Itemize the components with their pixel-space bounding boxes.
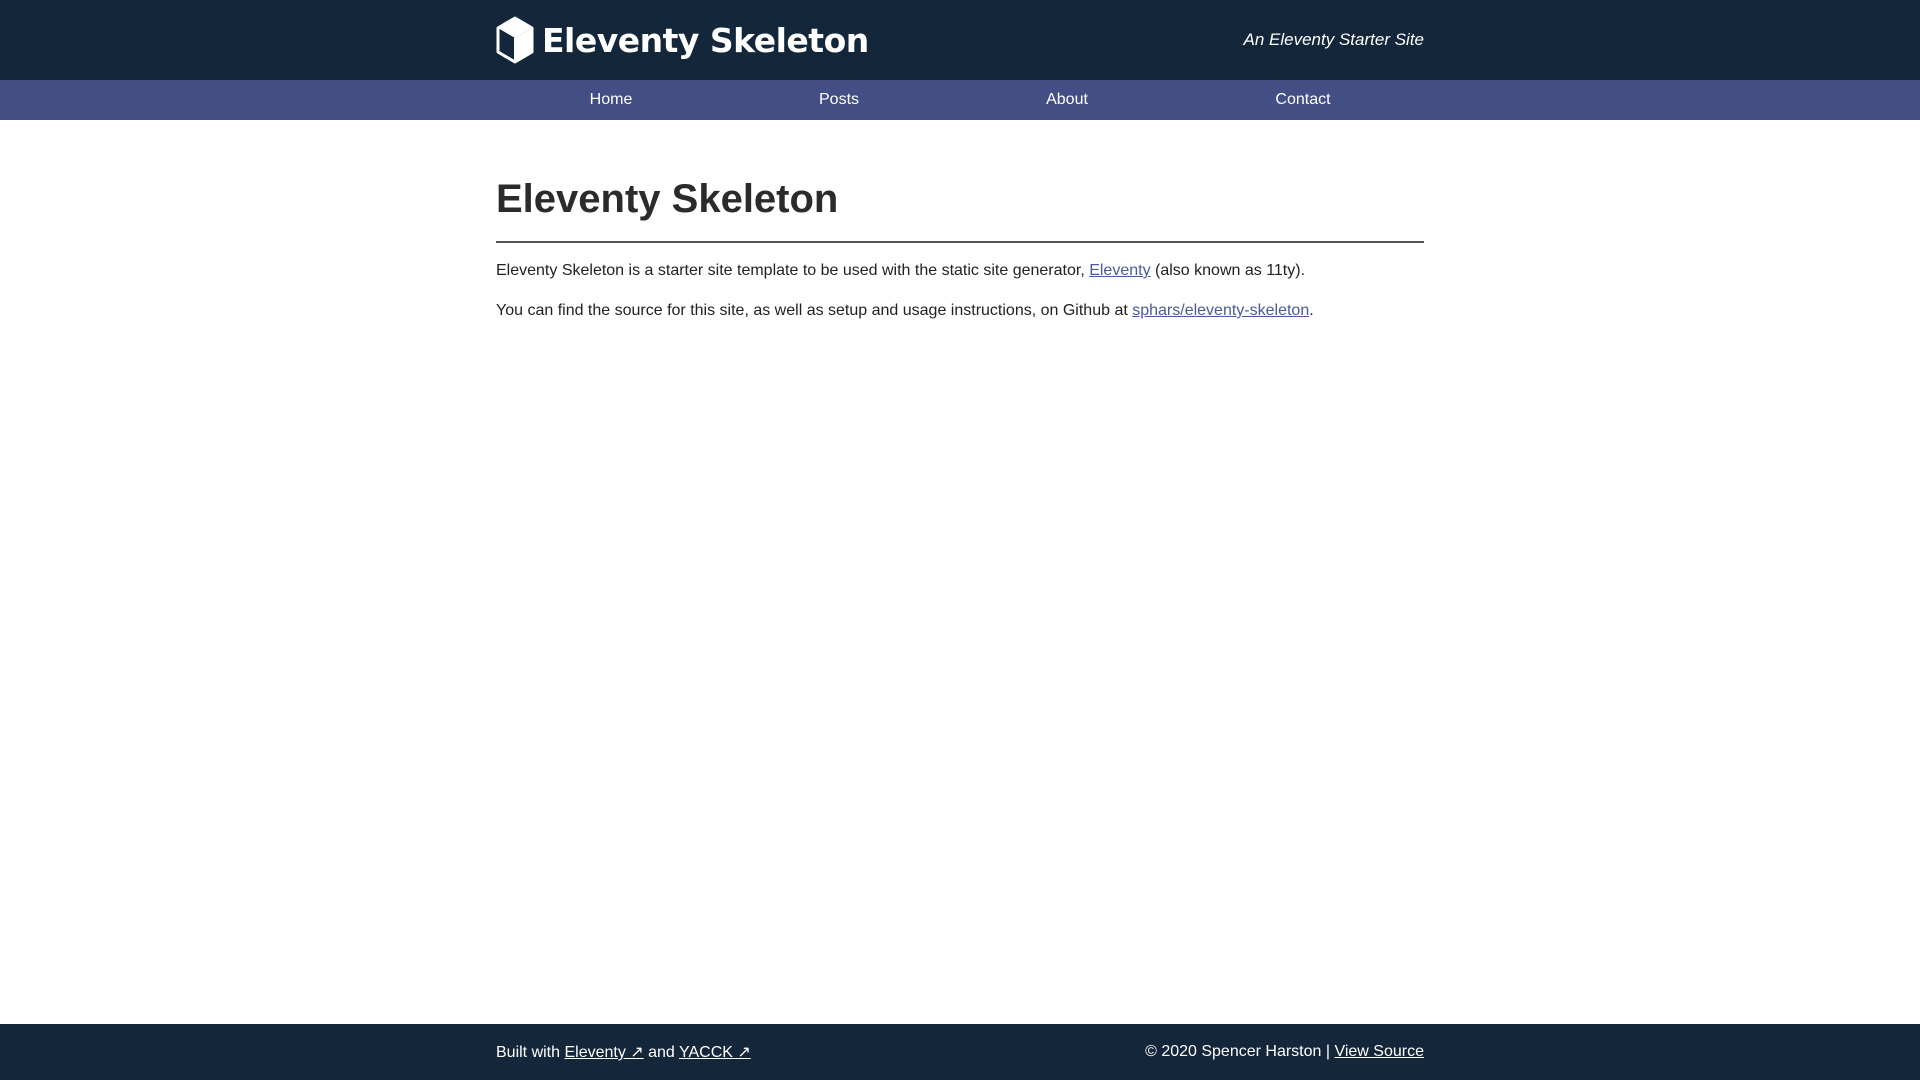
source-paragraph: You can find the source for this site, a…	[496, 301, 1424, 321]
view-source-link[interactable]: View Source	[1334, 1043, 1424, 1060]
site-tagline: An Eleventy Starter Site	[1243, 30, 1424, 49]
intro-text-before: Eleventy Skeleton is a starter site temp…	[496, 262, 1090, 279]
header-inner: Eleventy Skeleton An Eleventy Starter Si…	[496, 0, 1424, 80]
nav-item-posts[interactable]: Posts	[819, 80, 859, 120]
main-nav: Home Posts About Contact	[0, 80, 1920, 120]
cube-icon	[496, 16, 534, 64]
page-title: Eleventy Skeleton	[496, 177, 1424, 243]
footer-yacck-link[interactable]: YACCK ↗	[679, 1044, 751, 1061]
page: Eleventy Skeleton An Eleventy Starter Si…	[0, 0, 1920, 1080]
nav-item-home[interactable]: Home	[590, 80, 633, 120]
source-text-after: .	[1309, 302, 1314, 319]
footer-copyright: © 2020 Spencer Harston | View Source	[1145, 1043, 1424, 1061]
nav-item-about[interactable]: About	[1046, 80, 1088, 120]
main-content: Eleventy Skeleton Eleventy Skeleton is a…	[496, 120, 1424, 321]
copyright-text: © 2020 Spencer Harston |	[1145, 1043, 1335, 1060]
site-header: Eleventy Skeleton An Eleventy Starter Si…	[0, 0, 1920, 80]
github-repo-link[interactable]: sphars/eleventy-skeleton	[1132, 302, 1309, 319]
built-with-text: Built with	[496, 1044, 565, 1061]
nav-inner: Home Posts About Contact	[496, 80, 1424, 120]
footer-built-with: Built with Eleventy ↗ and YACCK ↗	[496, 1042, 751, 1062]
site-footer: Built with Eleventy ↗ and YACCK ↗ © 2020…	[0, 1024, 1920, 1080]
and-text: and	[643, 1044, 679, 1061]
intro-paragraph: Eleventy Skeleton is a starter site temp…	[496, 261, 1424, 281]
footer-eleventy-link[interactable]: Eleventy ↗	[564, 1044, 643, 1061]
source-text-before: You can find the source for this site, a…	[496, 302, 1133, 319]
footer-inner: Built with Eleventy ↗ and YACCK ↗ © 2020…	[496, 1024, 1424, 1080]
eleventy-link[interactable]: Eleventy	[1089, 262, 1150, 279]
intro-text-after: (also known as 11ty).	[1150, 262, 1306, 279]
brand-title: Eleventy Skeleton	[542, 20, 869, 60]
brand-home-link[interactable]: Eleventy Skeleton	[496, 16, 869, 64]
nav-item-contact[interactable]: Contact	[1275, 80, 1330, 120]
